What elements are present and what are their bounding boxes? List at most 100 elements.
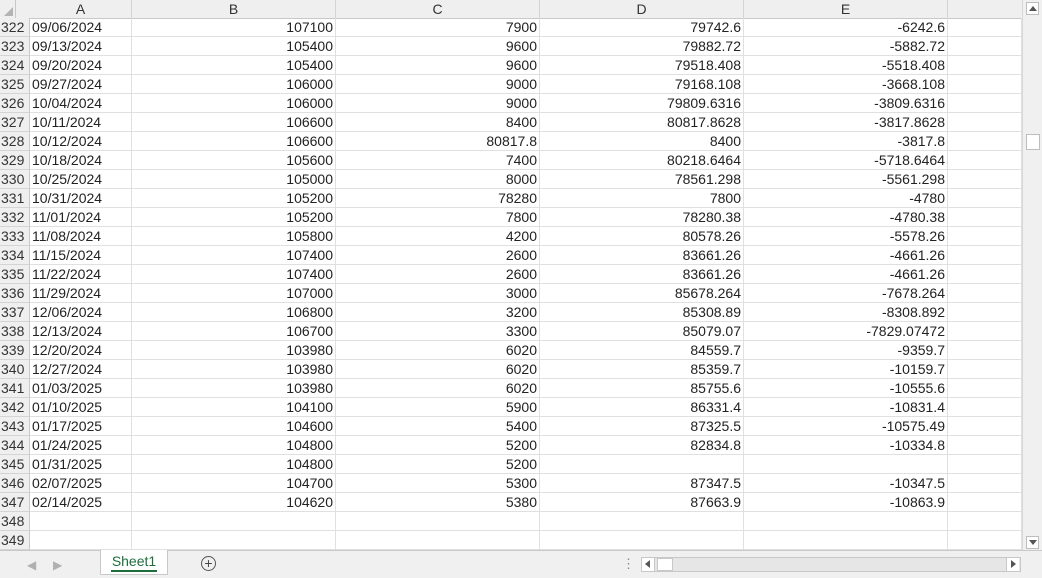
cell-c[interactable]: 78280 bbox=[336, 189, 540, 208]
cell-a[interactable]: 11/22/2024 bbox=[30, 265, 132, 284]
cell-e[interactable]: -3668.108 bbox=[744, 75, 948, 94]
cell-a[interactable]: 11/29/2024 bbox=[30, 284, 132, 303]
cell-a[interactable]: 09/06/2024 bbox=[30, 18, 132, 37]
cell-f[interactable] bbox=[948, 417, 1022, 436]
cell-f[interactable] bbox=[948, 151, 1022, 170]
cell-f[interactable] bbox=[948, 37, 1022, 56]
cell-d[interactable]: 80218.6464 bbox=[540, 151, 744, 170]
cell-c[interactable]: 8000 bbox=[336, 170, 540, 189]
cell-b[interactable]: 104100 bbox=[132, 398, 336, 417]
row-number[interactable]: 348 bbox=[0, 512, 30, 531]
chevron-left-icon[interactable]: ◀ bbox=[27, 558, 36, 572]
cell-f[interactable] bbox=[948, 531, 1022, 550]
cell-f[interactable] bbox=[948, 170, 1022, 189]
cell-e[interactable]: -3817.8628 bbox=[744, 113, 948, 132]
cell-a[interactable]: 01/17/2025 bbox=[30, 417, 132, 436]
cell-d[interactable]: 79882.72 bbox=[540, 37, 744, 56]
cell-d[interactable]: 79809.6316 bbox=[540, 94, 744, 113]
cell-e[interactable]: -6242.6 bbox=[744, 18, 948, 37]
cell-e[interactable]: -5882.72 bbox=[744, 37, 948, 56]
cell-a[interactable]: 10/04/2024 bbox=[30, 94, 132, 113]
cell-d[interactable]: 85079.07 bbox=[540, 322, 744, 341]
cell-e[interactable]: -10863.9 bbox=[744, 493, 948, 512]
chevron-right-icon[interactable]: ▶ bbox=[53, 558, 62, 572]
cell-d[interactable]: 82834.8 bbox=[540, 436, 744, 455]
spreadsheet-grid[interactable]: A B C D E 322 09/06/2024 107100 7900 79742.6… bbox=[0, 0, 1022, 550]
cell-b[interactable]: 105400 bbox=[132, 56, 336, 75]
cell-e[interactable]: -5578.26 bbox=[744, 227, 948, 246]
cell-f[interactable] bbox=[948, 56, 1022, 75]
cell-e[interactable]: -4780 bbox=[744, 189, 948, 208]
scroll-right-button[interactable] bbox=[1006, 558, 1019, 571]
cell-c[interactable]: 3300 bbox=[336, 322, 540, 341]
plus-circle-icon[interactable]: + bbox=[201, 556, 216, 571]
cell-e[interactable]: -10831.4 bbox=[744, 398, 948, 417]
cell-d[interactable]: 7800 bbox=[540, 189, 744, 208]
scroll-up-button[interactable] bbox=[1026, 2, 1039, 15]
cell-a[interactable]: 11/15/2024 bbox=[30, 246, 132, 265]
cell-c[interactable]: 7900 bbox=[336, 18, 540, 37]
row-number[interactable]: 332 bbox=[0, 208, 30, 227]
select-all-corner[interactable] bbox=[0, 0, 16, 18]
cell-e[interactable]: -4780.38 bbox=[744, 208, 948, 227]
cell-b[interactable]: 107400 bbox=[132, 246, 336, 265]
cell-b[interactable] bbox=[132, 531, 336, 550]
cell-c[interactable]: 7400 bbox=[336, 151, 540, 170]
cell-b[interactable]: 105200 bbox=[132, 208, 336, 227]
cell-f[interactable] bbox=[948, 227, 1022, 246]
cell-c[interactable]: 8400 bbox=[336, 113, 540, 132]
row-number[interactable]: 324 bbox=[0, 56, 30, 75]
cell-b[interactable]: 105600 bbox=[132, 151, 336, 170]
cell-f[interactable] bbox=[948, 94, 1022, 113]
row-number[interactable]: 346 bbox=[0, 474, 30, 493]
cell-d[interactable] bbox=[540, 531, 744, 550]
cell-f[interactable] bbox=[948, 341, 1022, 360]
row-number[interactable]: 325 bbox=[0, 75, 30, 94]
cell-d[interactable]: 83661.26 bbox=[540, 246, 744, 265]
cell-b[interactable]: 103980 bbox=[132, 379, 336, 398]
cell-a[interactable] bbox=[30, 512, 132, 531]
cell-d[interactable]: 87347.5 bbox=[540, 474, 744, 493]
cell-c[interactable]: 4200 bbox=[336, 227, 540, 246]
cell-d[interactable]: 79742.6 bbox=[540, 18, 744, 37]
cell-f[interactable] bbox=[948, 436, 1022, 455]
cell-c[interactable]: 2600 bbox=[336, 265, 540, 284]
row-number[interactable]: 338 bbox=[0, 322, 30, 341]
cell-b[interactable]: 106000 bbox=[132, 94, 336, 113]
row-number[interactable]: 337 bbox=[0, 303, 30, 322]
cell-a[interactable]: 01/10/2025 bbox=[30, 398, 132, 417]
cell-a[interactable]: 12/27/2024 bbox=[30, 360, 132, 379]
cell-c[interactable]: 5900 bbox=[336, 398, 540, 417]
cell-e[interactable]: -5718.6464 bbox=[744, 151, 948, 170]
cell-f[interactable] bbox=[948, 265, 1022, 284]
cell-c[interactable]: 5300 bbox=[336, 474, 540, 493]
cell-c[interactable]: 5380 bbox=[336, 493, 540, 512]
cell-a[interactable]: 10/11/2024 bbox=[30, 113, 132, 132]
cell-d[interactable]: 78561.298 bbox=[540, 170, 744, 189]
cell-f[interactable] bbox=[948, 132, 1022, 151]
cell-f[interactable] bbox=[948, 398, 1022, 417]
cell-d[interactable]: 85308.89 bbox=[540, 303, 744, 322]
cell-c[interactable]: 2600 bbox=[336, 246, 540, 265]
cell-a[interactable]: 01/24/2025 bbox=[30, 436, 132, 455]
cell-a[interactable]: 12/20/2024 bbox=[30, 341, 132, 360]
cell-a[interactable]: 10/12/2024 bbox=[30, 132, 132, 151]
cell-a[interactable]: 11/01/2024 bbox=[30, 208, 132, 227]
cell-f[interactable] bbox=[948, 189, 1022, 208]
row-number[interactable]: 323 bbox=[0, 37, 30, 56]
row-number[interactable]: 345 bbox=[0, 455, 30, 474]
cell-f[interactable] bbox=[948, 18, 1022, 37]
column-header-c[interactable]: C bbox=[336, 0, 540, 18]
cell-d[interactable]: 8400 bbox=[540, 132, 744, 151]
cell-c[interactable]: 5200 bbox=[336, 436, 540, 455]
cell-e[interactable]: -3817.8 bbox=[744, 132, 948, 151]
row-number[interactable]: 344 bbox=[0, 436, 30, 455]
cell-a[interactable]: 09/27/2024 bbox=[30, 75, 132, 94]
cell-c[interactable]: 9600 bbox=[336, 37, 540, 56]
cell-a[interactable]: 02/07/2025 bbox=[30, 474, 132, 493]
cell-b[interactable]: 105800 bbox=[132, 227, 336, 246]
cell-d[interactable]: 85755.6 bbox=[540, 379, 744, 398]
cell-d[interactable]: 87663.9 bbox=[540, 493, 744, 512]
cell-a[interactable]: 10/18/2024 bbox=[30, 151, 132, 170]
horizontal-scrollbar[interactable] bbox=[641, 557, 1021, 572]
